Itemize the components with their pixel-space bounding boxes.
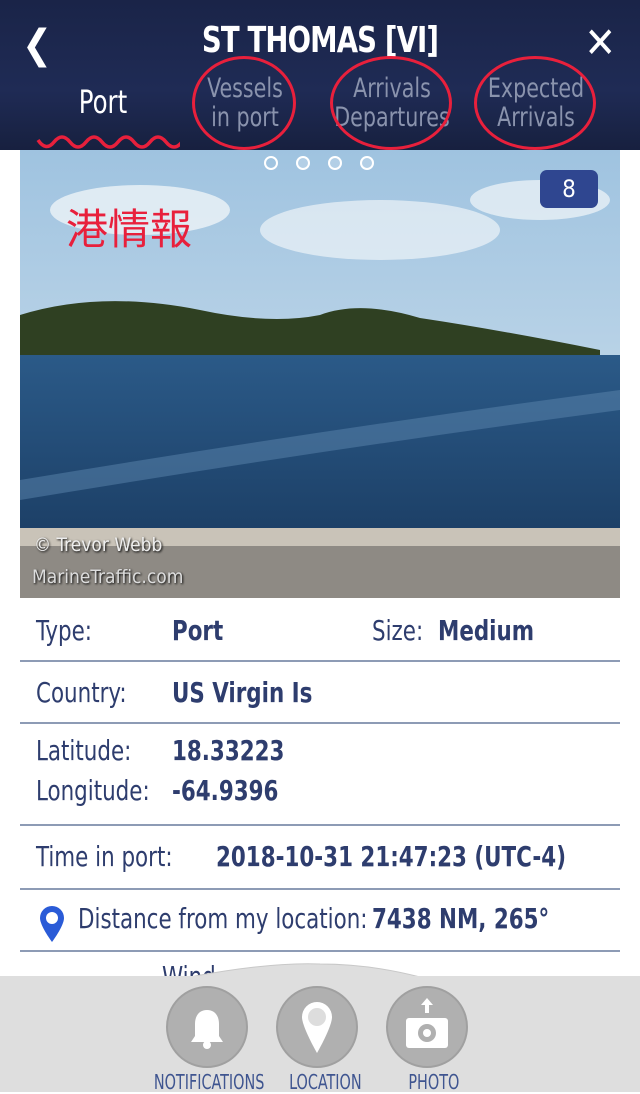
page-dot[interactable] <box>328 156 342 170</box>
country-value: US Virgin Is <box>172 676 313 709</box>
notifications-button[interactable] <box>166 986 248 1068</box>
type-row: Type: Port Size: Medium <box>20 598 620 662</box>
camera-upload-icon <box>406 998 448 1048</box>
close-icon[interactable]: ✕ <box>584 18 616 67</box>
photo-credit: © Trevor Webb <box>34 534 163 556</box>
photo-pagination[interactable] <box>264 156 374 170</box>
longitude-label: Longitude: <box>36 774 150 807</box>
annotation-circle <box>330 56 452 150</box>
type-label: Type: <box>36 614 93 647</box>
latitude-label: Latitude: <box>36 734 132 767</box>
size-value: Medium <box>438 614 535 647</box>
page-title: ST THOMAS [VI] <box>201 20 439 61</box>
coordinates-row: Latitude: 18.33223 Longitude: -64.9396 <box>20 724 620 826</box>
latitude-value: 18.33223 <box>172 734 285 767</box>
country-row: Country: US Virgin Is <box>20 662 620 724</box>
annotation-underline <box>36 135 180 149</box>
size-label: Size: <box>372 614 424 647</box>
location-pin-icon <box>302 1002 332 1053</box>
photo-label: PHOTO <box>408 1070 460 1094</box>
time-value: 2018-10-31 21:47:23 (UTC-4) <box>216 840 567 873</box>
distance-value: 7438 NM, 265° <box>372 902 550 935</box>
time-row: Time in port: 2018-10-31 21:47:23 (UTC-4… <box>20 826 620 890</box>
bell-icon <box>191 1010 223 1049</box>
location-button[interactable] <box>276 986 358 1068</box>
longitude-value: -64.9396 <box>172 774 279 807</box>
photo-button[interactable] <box>386 986 468 1068</box>
time-label: Time in port: <box>36 840 173 873</box>
watermark: MarineTraffic.com <box>32 566 184 588</box>
location-pin-icon <box>40 906 64 942</box>
distance-label: Distance from my location: <box>78 902 368 935</box>
annotation-circle <box>474 56 596 150</box>
annotation-text: 港情報 <box>66 205 193 254</box>
notifications-label: NOTIFICATIONS <box>153 1070 265 1094</box>
annotation-circle <box>192 56 296 150</box>
photo-count-badge: 8 <box>540 170 598 208</box>
location-label: LOCATION <box>289 1070 362 1094</box>
page-dot[interactable] <box>360 156 374 170</box>
page-dot[interactable] <box>264 156 278 170</box>
country-label: Country: <box>36 676 127 709</box>
page-dot[interactable] <box>296 156 310 170</box>
distance-row: Distance from my location: 7438 NM, 265° <box>20 890 620 952</box>
type-value: Port <box>172 614 224 647</box>
tab-port[interactable]: Port <box>66 86 139 118</box>
